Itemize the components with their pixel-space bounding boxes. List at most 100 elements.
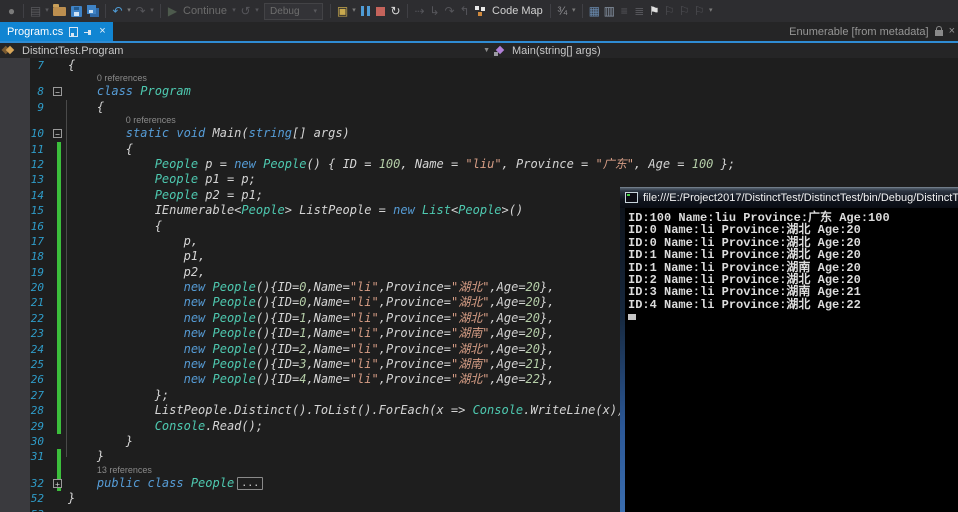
restart-icon[interactable]: ↺	[238, 2, 253, 20]
dropdown-arrow-icon[interactable]: ▾	[148, 2, 156, 20]
dropdown-arrow-icon[interactable]: ▾	[350, 2, 358, 20]
bookmark-icon[interactable]: ⚑	[647, 2, 662, 20]
step-out-icon[interactable]: ↰	[457, 2, 472, 20]
outlining-margin	[50, 203, 68, 218]
close-tab-icon[interactable]: ×	[99, 26, 105, 37]
step-over-icon[interactable]: ↷	[442, 2, 457, 20]
console-output-line: ID:1 Name:li Province:湖北 Age:20	[628, 249, 958, 261]
type-dropdown-label: DistinctTest.Program	[22, 45, 123, 57]
code-line-9[interactable]: 9 {	[0, 100, 958, 115]
restart-app-icon[interactable]: ↻	[388, 2, 403, 20]
solution-configurations-combo-label: Debug	[270, 6, 299, 17]
prev-bookmark-icon[interactable]: ⚐	[662, 2, 677, 20]
document-saved-icon	[69, 27, 78, 37]
open-file-icon[interactable]	[53, 7, 66, 16]
tab-enumerable-label: Enumerable [from metadata]	[789, 26, 928, 38]
dropdown-arrow-icon[interactable]: ▾	[125, 2, 133, 20]
diagnostics-window-icon[interactable]: ▦	[587, 2, 602, 20]
code-line-13[interactable]: 13 People p1 = p;	[0, 172, 958, 187]
line-number: 24	[0, 342, 50, 357]
lock-icon	[935, 30, 943, 36]
toolbar-separator	[582, 4, 583, 18]
intellitrace-icon[interactable]: ¾	[555, 2, 570, 20]
dropdown-arrow-icon[interactable]: ▾	[253, 2, 261, 20]
type-dropdown[interactable]: DistinctTest.Program ▼	[0, 45, 494, 57]
parameter-info-icon[interactable]: ≣	[632, 2, 647, 20]
code-line-12[interactable]: 12 People p = new People() { ID = 100, N…	[0, 157, 958, 172]
save-all-icon[interactable]	[87, 5, 96, 14]
pin-tab-icon[interactable]	[84, 30, 93, 35]
document-tab-well: Program.cs × Enumerable [from metadata] …	[0, 22, 958, 41]
console-title-text: file:///E:/Project2017/DistinctTest/Dist…	[643, 192, 958, 204]
line-number	[0, 73, 50, 84]
next-bookmark-icon[interactable]: ⚐	[677, 2, 692, 20]
continue-label[interactable]: Continue	[180, 2, 230, 20]
solution-configurations-combo[interactable]: Debug▾	[264, 3, 323, 20]
outlining-margin	[50, 280, 68, 295]
collapsed-code-box[interactable]: ...	[237, 477, 263, 490]
tab-program-cs-label: Program.cs	[7, 26, 63, 38]
line-number: 16	[0, 219, 50, 234]
code-map-icon[interactable]	[475, 6, 486, 17]
collapse-region-icon[interactable]: −	[53, 129, 62, 138]
codelens-references-link[interactable]: 0 references	[97, 73, 147, 84]
outlining-margin: +	[50, 476, 68, 491]
outlining-margin	[50, 311, 68, 326]
code-text: People p1 = p;	[68, 172, 958, 187]
show-next-statement-icon[interactable]: ⇢	[412, 2, 427, 20]
outlining-margin	[50, 403, 68, 418]
code-map-label[interactable]: Code Map	[489, 2, 546, 20]
close-tab-icon[interactable]: ×	[949, 26, 955, 37]
code-text: {	[68, 142, 958, 157]
outlining-margin	[50, 157, 68, 172]
console-window[interactable]: file:///E:/Project2017/DistinctTest/Dist…	[620, 187, 958, 512]
code-text: {	[68, 100, 958, 115]
tab-enumerable-metadata[interactable]: Enumerable [from metadata] ×	[789, 22, 958, 41]
line-number: 18	[0, 249, 50, 264]
console-title-bar[interactable]: file:///E:/Project2017/DistinctTest/Dist…	[620, 187, 958, 208]
code-line-11[interactable]: 11 {	[0, 142, 958, 157]
code-line-8[interactable]: 8− class Program	[0, 84, 958, 99]
code-text: People p = new People() { ID = 100, Name…	[68, 157, 958, 172]
navigate-backward-icon[interactable]: ●	[4, 2, 19, 20]
new-file-icon[interactable]: ▤	[28, 2, 43, 20]
step-into-icon[interactable]: ↳	[427, 2, 442, 20]
toolbar-separator	[23, 4, 24, 18]
events-window-icon[interactable]: ▥	[602, 2, 617, 20]
pause-icon[interactable]	[361, 6, 370, 16]
console-output-line: ID:4 Name:li Province:湖北 Age:22	[628, 299, 958, 311]
outlining-margin	[50, 100, 68, 115]
outlining-margin	[50, 372, 68, 387]
code-line-10[interactable]: 10− static void Main(string[] args)	[0, 126, 958, 141]
outlining-margin	[50, 326, 68, 341]
collapse-region-icon[interactable]: −	[53, 87, 62, 96]
continue-icon[interactable]: ▶	[165, 2, 180, 20]
codelens-references-link[interactable]: 0 references	[126, 115, 176, 126]
line-number: 20	[0, 280, 50, 295]
console-output: ID:100 Name:liu Province:广东 Age:100ID:0 …	[625, 208, 958, 512]
clear-bookmarks-icon[interactable]: ⚐	[692, 2, 707, 20]
navigation-bar: DistinctTest.Program ▼ Main(string[] arg…	[0, 43, 958, 58]
member-dropdown[interactable]: Main(string[] args)	[494, 45, 601, 57]
dropdown-arrow-icon[interactable]: ▾	[570, 2, 578, 20]
breakpoints-window-icon[interactable]: ▣	[335, 2, 350, 20]
line-number: 10	[0, 126, 50, 141]
save-icon[interactable]	[71, 6, 82, 17]
dropdown-arrow-icon[interactable]: ▾	[230, 2, 238, 20]
dropdown-arrow-icon[interactable]: ▾	[43, 2, 51, 20]
redo-icon[interactable]: ↷	[133, 2, 148, 20]
codelens-references-link[interactable]: 13 references	[97, 465, 152, 476]
line-number: 8	[0, 84, 50, 99]
dropdown-arrow-icon[interactable]: ▾	[707, 2, 715, 20]
line-number: 7	[0, 58, 50, 73]
undo-icon[interactable]: ↶	[110, 2, 125, 20]
tab-program-cs[interactable]: Program.cs ×	[0, 22, 113, 41]
stop-icon[interactable]	[376, 7, 385, 16]
expand-region-icon[interactable]: +	[53, 479, 62, 488]
outlining-margin: −	[50, 126, 68, 141]
chevron-down-icon[interactable]: ▼	[483, 47, 494, 54]
list-members-icon[interactable]: ≡	[617, 2, 632, 20]
method-icon	[494, 45, 506, 56]
code-line-7[interactable]: 7{	[0, 58, 958, 73]
visual-studio-window: ●▤▾↶▾↷▾▶Continue▾↺▾Debug▾▣▾↻⇢↳↷↰Code Map…	[0, 0, 958, 512]
